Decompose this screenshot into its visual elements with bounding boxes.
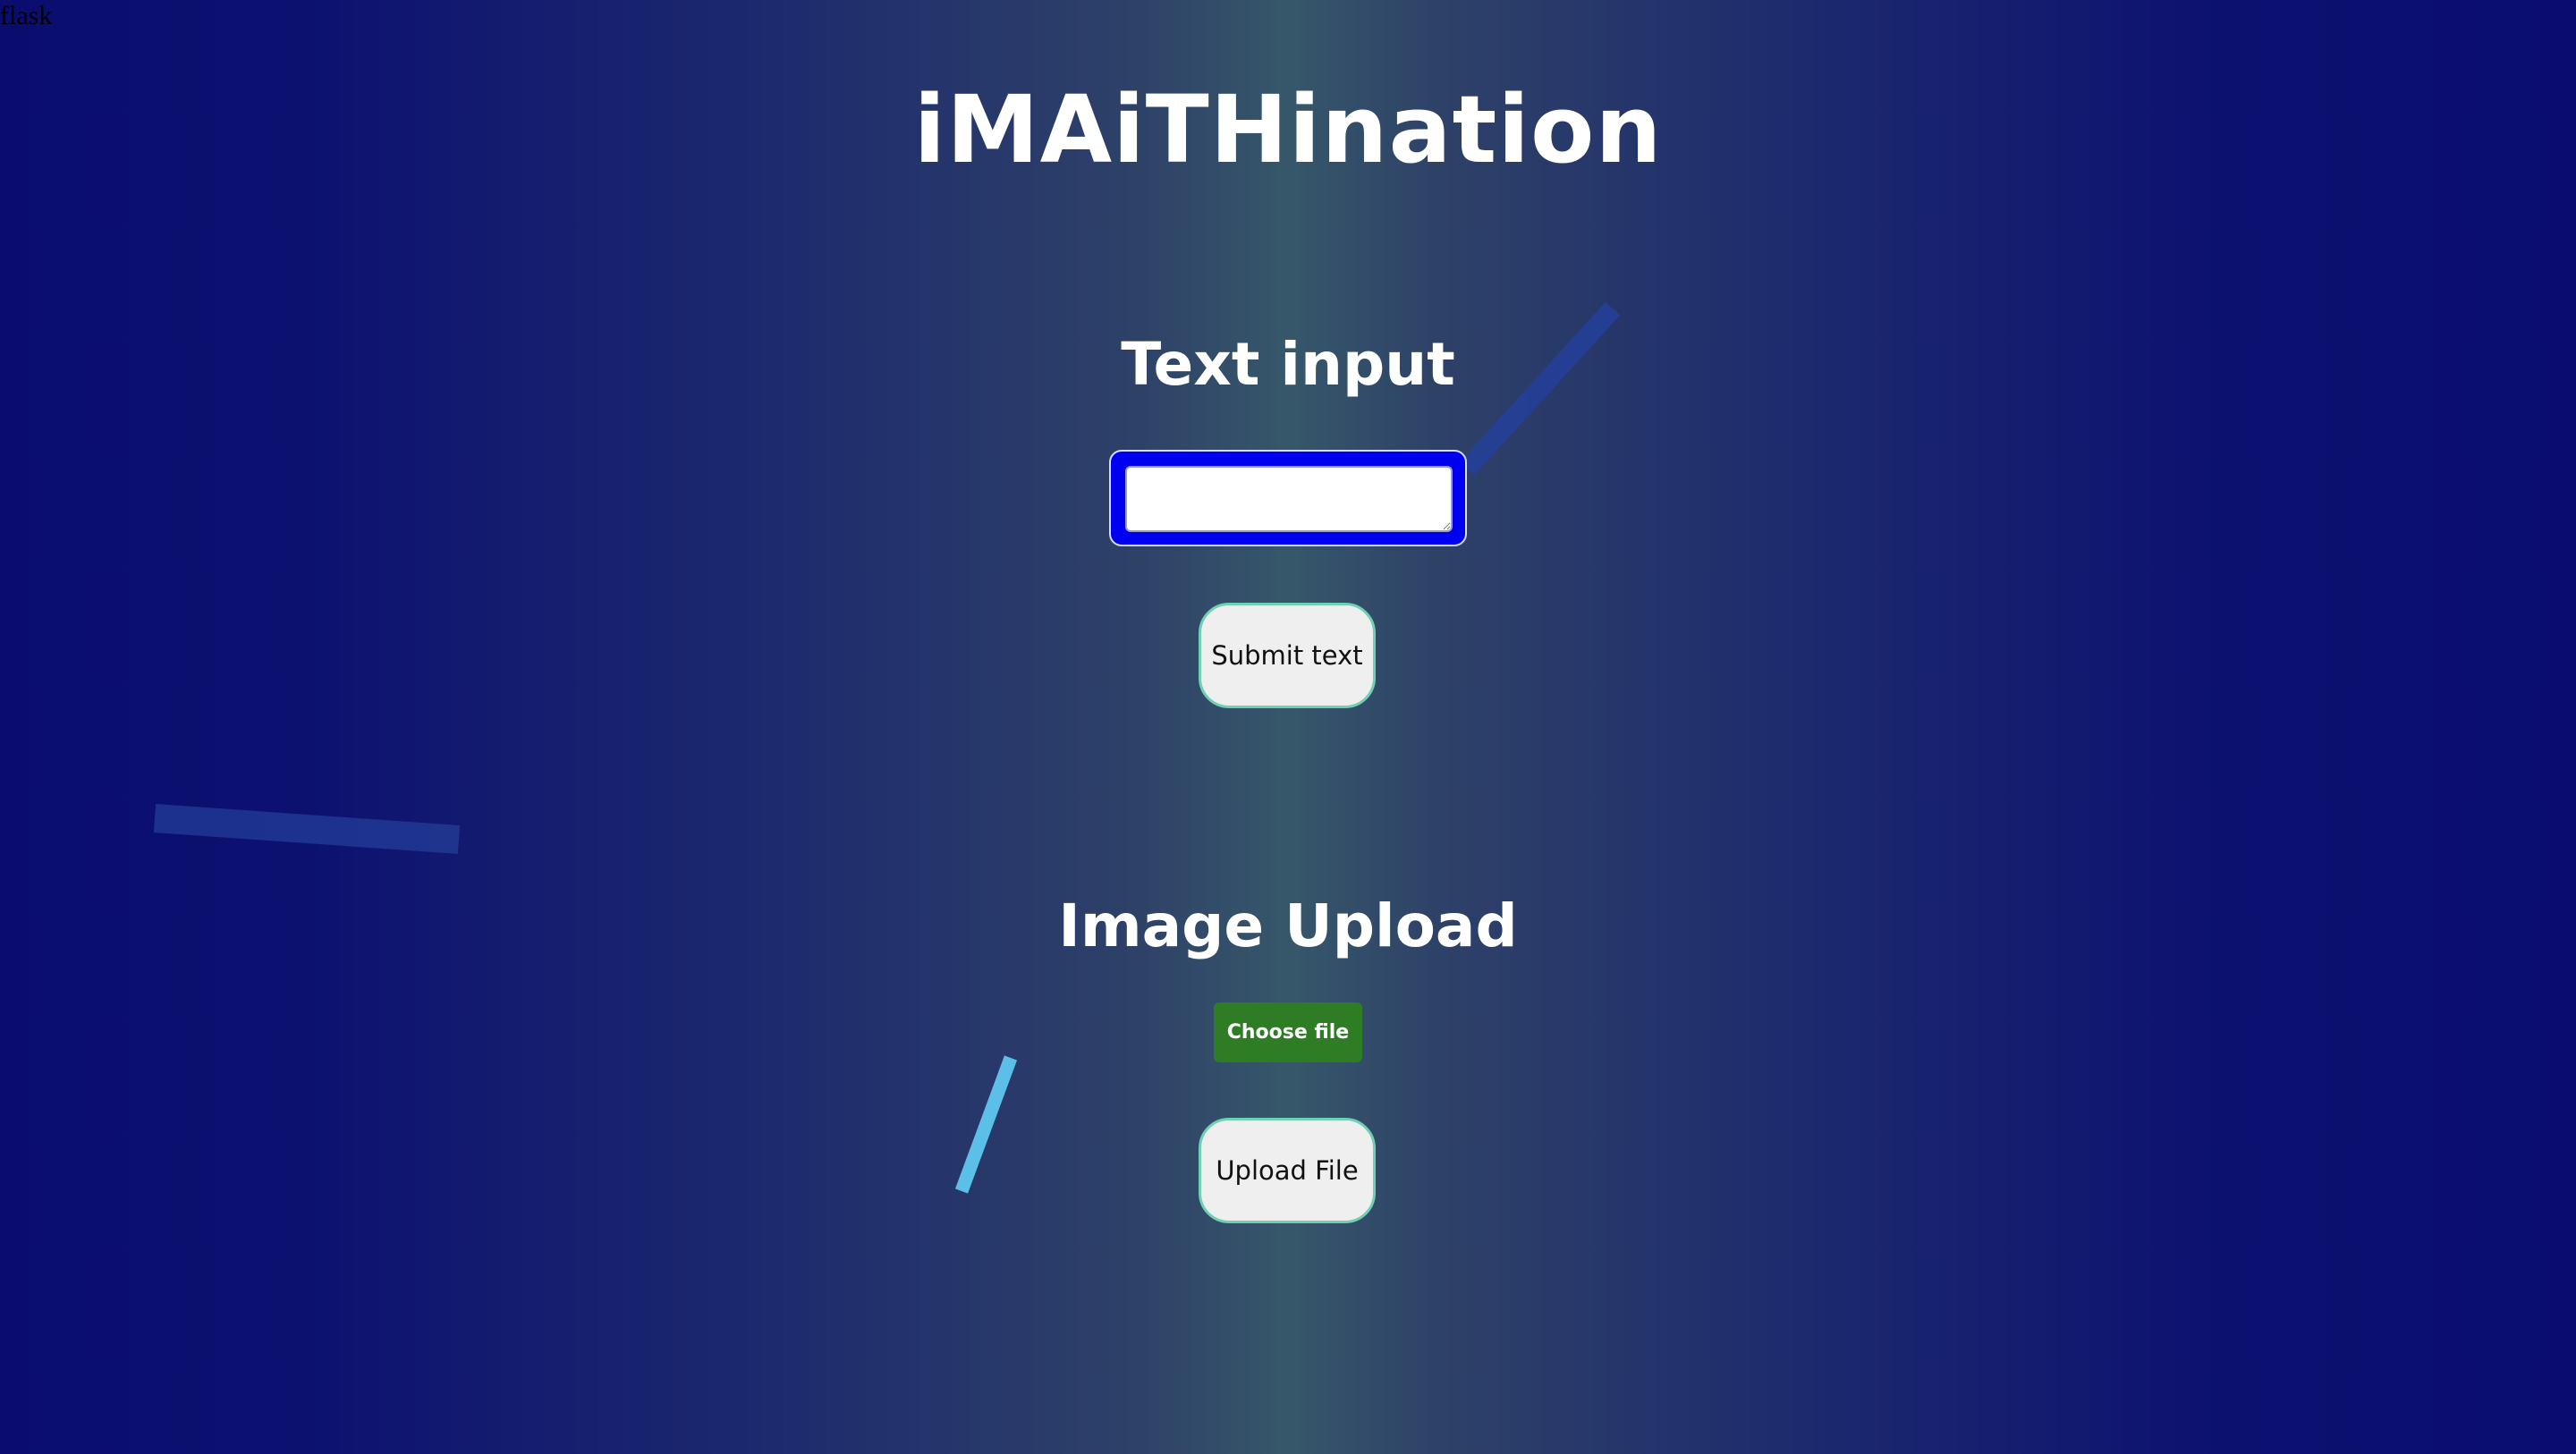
- text-input-field[interactable]: [1125, 466, 1453, 532]
- page-title: iMAiTHination: [913, 75, 1663, 184]
- text-input-heading: Text input: [1121, 330, 1455, 399]
- corner-label: flask: [0, 1, 53, 30]
- upload-file-button[interactable]: Upload File: [1199, 1118, 1376, 1223]
- image-upload-heading: Image Upload: [1058, 892, 1518, 960]
- decorative-streaks: [153, 301, 1621, 1194]
- decorative-streak: [954, 1055, 1018, 1194]
- text-input-frame: [1109, 450, 1467, 546]
- choose-file-button[interactable]: Choose file: [1214, 1002, 1362, 1062]
- decorative-streak: [153, 804, 461, 854]
- submit-text-button[interactable]: Submit text: [1199, 603, 1376, 708]
